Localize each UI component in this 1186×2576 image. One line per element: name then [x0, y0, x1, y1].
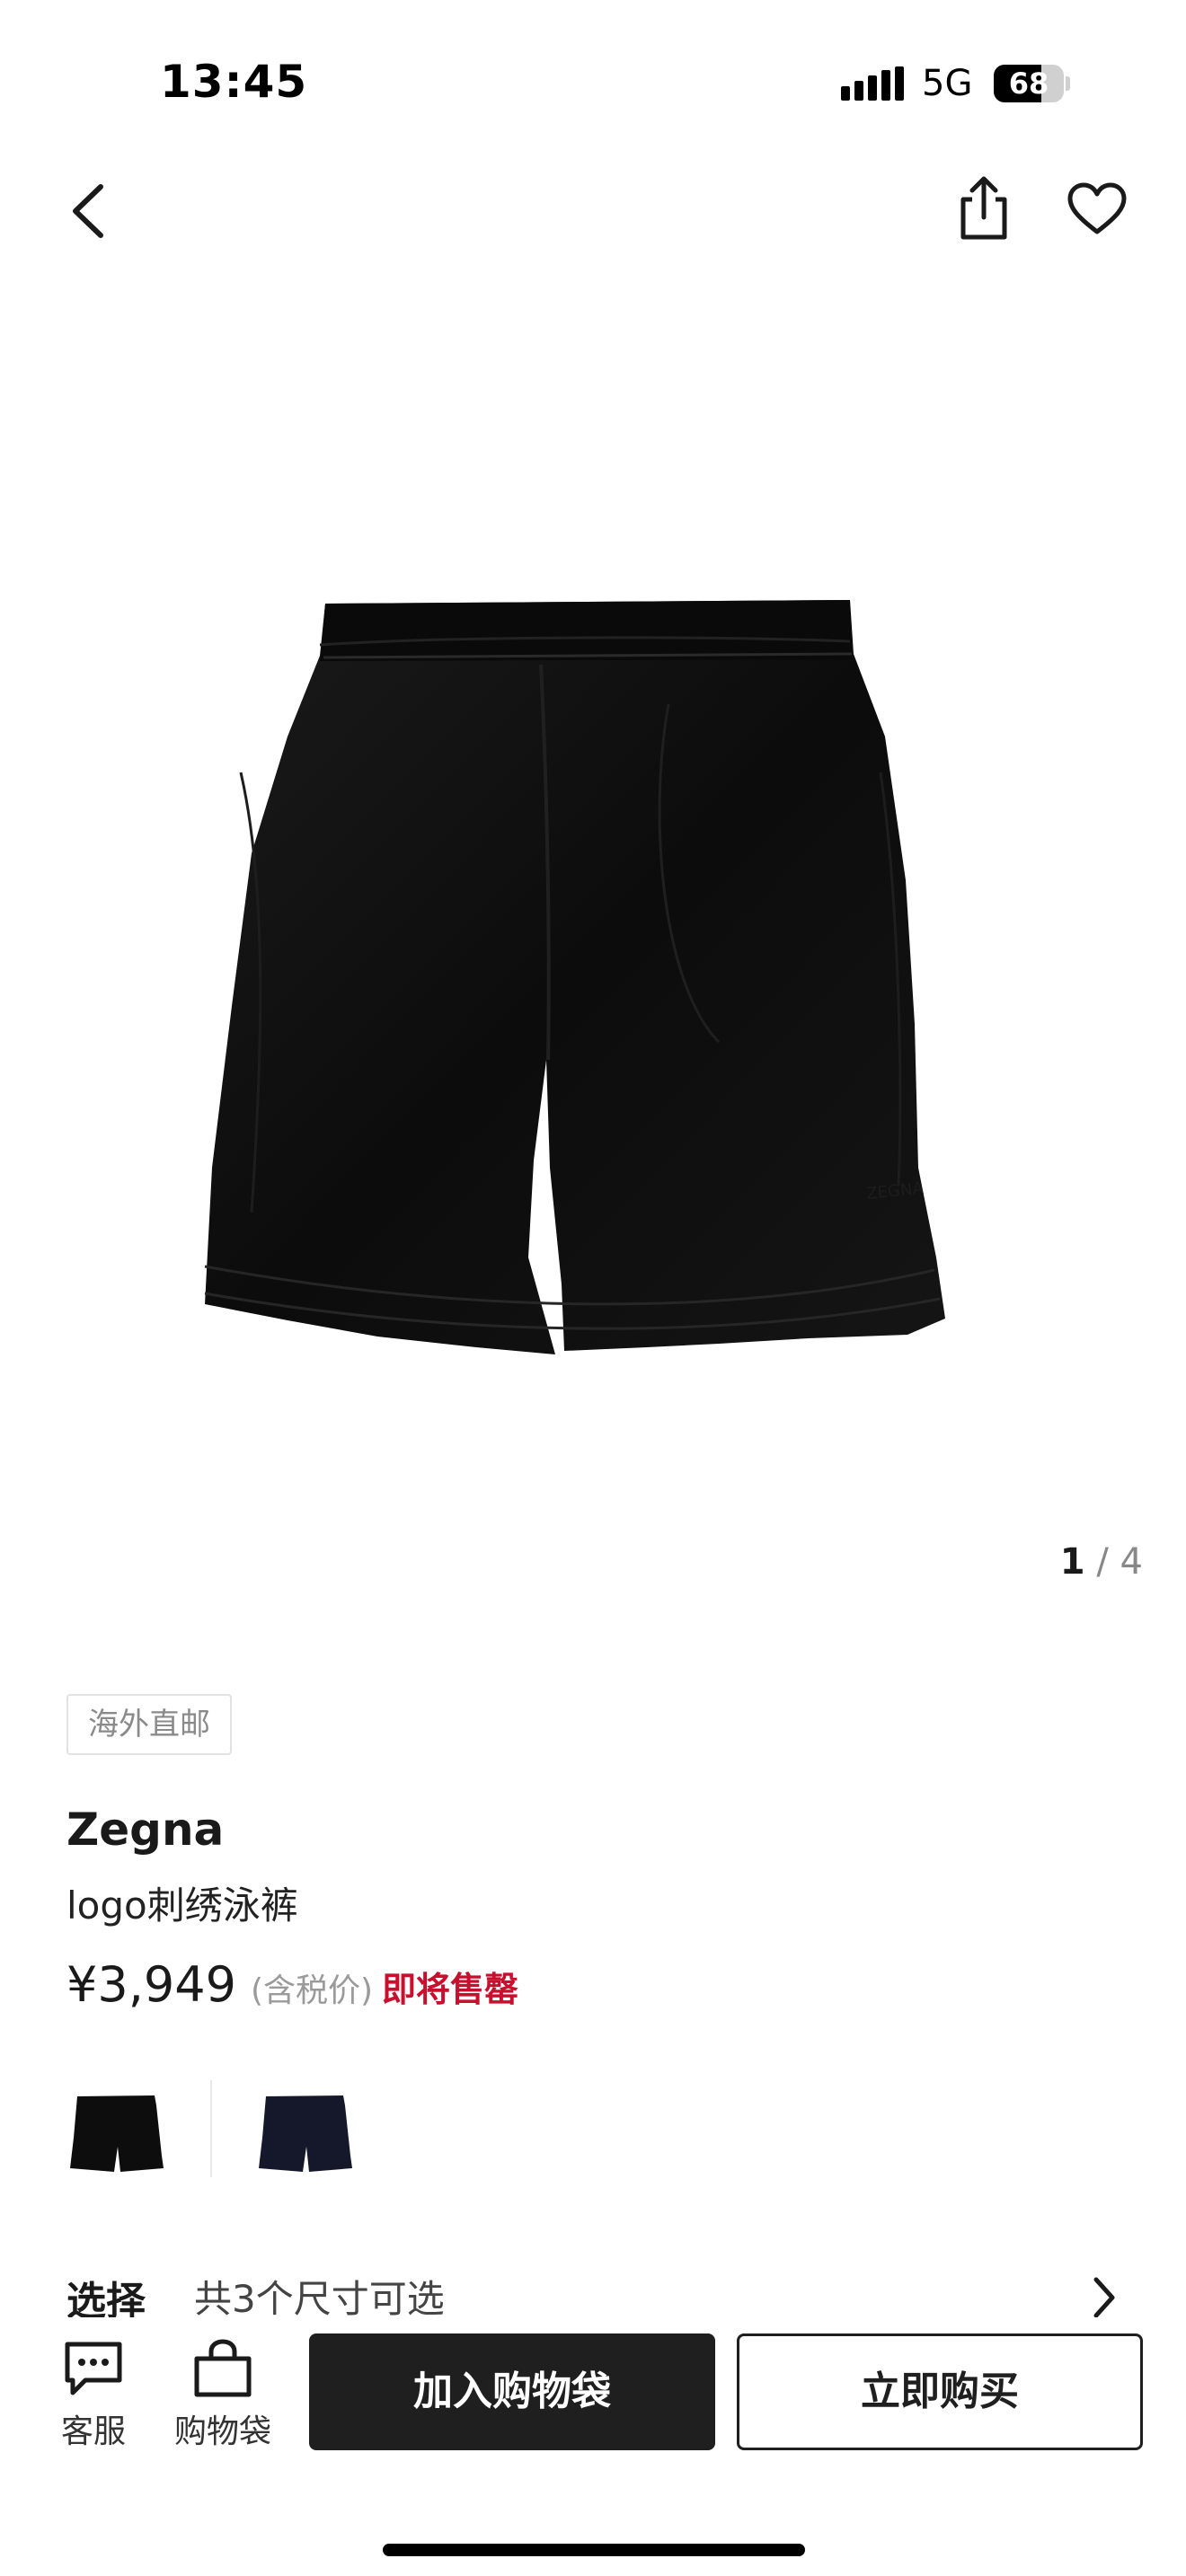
heart-icon[interactable]: [1066, 181, 1128, 237]
image-counter-total: 4: [1120, 1541, 1143, 1583]
customer-service-button[interactable]: 客服: [40, 2339, 147, 2456]
shopping-bag-icon: [194, 2339, 252, 2397]
network-type: 5G: [922, 63, 973, 104]
size-availability: 共3个尺寸可选: [194, 2277, 445, 2319]
image-counter: 1 / 4: [1060, 1541, 1143, 1583]
shopping-bag-label: 购物袋: [173, 2413, 271, 2450]
battery-icon: 68: [994, 65, 1070, 102]
size-select-row[interactable]: 选择 共3个尺寸可选: [0, 2263, 1186, 2319]
variant-navy-thumbnail[interactable]: [255, 2075, 354, 2186]
battery-level: 68: [1008, 66, 1049, 101]
chevron-left-icon[interactable]: [65, 180, 115, 243]
select-label: 选择: [66, 2279, 146, 2319]
signal-icon: [841, 66, 904, 101]
chat-icon: [65, 2342, 122, 2395]
variant-divider: [210, 2080, 212, 2177]
nav-bar: [0, 153, 1186, 269]
brand-name[interactable]: Zegna: [66, 1804, 224, 1856]
bottom-action-bar: 客服 购物袋 加入购物袋 立即购买: [0, 2317, 1186, 2576]
customer-service-label: 客服: [60, 2413, 126, 2450]
status-time: 13:45: [160, 56, 308, 108]
price: ¥3,949: [66, 1956, 236, 2013]
shopping-bag-button[interactable]: 购物袋: [169, 2339, 277, 2456]
buy-now-button[interactable]: 立即购买: [737, 2333, 1143, 2450]
share-icon[interactable]: [954, 174, 1013, 243]
tax-note: (含税价): [250, 1972, 374, 2009]
image-counter-current: 1: [1059, 1541, 1085, 1583]
add-to-cart-button[interactable]: 加入购物袋: [309, 2333, 715, 2450]
home-indicator: [383, 2544, 805, 2556]
chevron-right-icon: [1093, 2277, 1115, 2318]
variant-black-thumbnail[interactable]: [66, 2075, 165, 2186]
shipping-badge: 海外直邮: [66, 1694, 232, 1755]
product-image[interactable]: ZEGNA: [0, 269, 1186, 1563]
stock-note: 即将售罄: [382, 1970, 519, 2009]
image-counter-separator: /: [1096, 1541, 1109, 1583]
variant-shape-black: [70, 2095, 164, 2172]
price-row: ¥3,949 (含税价) 即将售罄: [66, 1956, 518, 2019]
product-name: logo刺绣泳裤: [66, 1883, 298, 1928]
variant-shape-navy: [259, 2095, 352, 2172]
status-bar: 13:45 5G 68: [0, 0, 1186, 153]
